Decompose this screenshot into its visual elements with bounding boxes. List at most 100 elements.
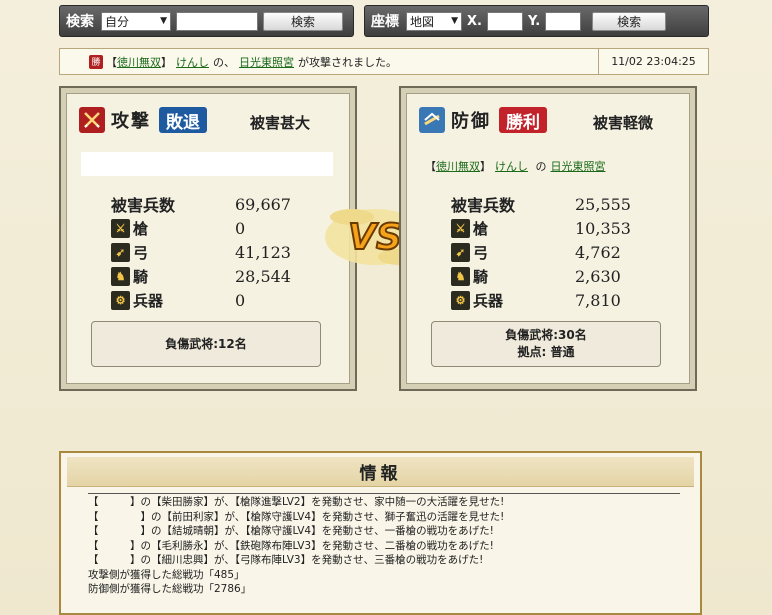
defense-title: 防御 (451, 111, 491, 132)
attack-title: 攻撃 (111, 111, 151, 132)
defense-siege-label-wrap: ⚙ 兵器 (451, 290, 575, 311)
attack-spear-label-wrap: ⚔ 槍 (111, 218, 235, 239)
defense-result-badge: 勝利 (499, 107, 547, 133)
info-title: 情報 (67, 457, 694, 487)
defense-damage-level: 被害軽微 (593, 114, 654, 132)
attack-siege-label-wrap: ⚙ 兵器 (111, 290, 235, 311)
attack-total-value: 69,667 (235, 194, 291, 214)
defense-cavalry-label-wrap: ♞ 騎 (451, 266, 575, 287)
defense-bow-label-wrap: ➹ 弓 (451, 242, 575, 263)
defense-cavalry-value: 2,630 (575, 266, 621, 286)
defense-siege-label: 兵器 (473, 291, 504, 310)
attack-bow-label-wrap: ➹ 弓 (111, 242, 235, 263)
attack-bow-label: 弓 (133, 243, 149, 262)
defender-name-line: 【徳川無双】 けんし の日光東照宮 (425, 158, 606, 174)
defense-summary-box: 負傷武将:30名 拠点: 普通 (431, 321, 661, 367)
bow-icon: ➹ (111, 242, 130, 262)
attack-panel: 攻撃 敗退 被害甚大 被害兵数 69,667 ⚔ 槍 0 ➹ 弓 41,123 ♞ 騎… (59, 86, 357, 391)
bracket-close: 】 (161, 55, 172, 69)
defender-player-link[interactable]: けんし (495, 160, 528, 173)
defense-spear-label-wrap: ⚔ 槍 (451, 218, 575, 239)
attack-cavalry-label: 騎 (133, 267, 149, 286)
map-select-value: 地図 (410, 14, 435, 29)
defense-total-row: 被害兵数 25,555 (451, 192, 631, 216)
defense-panel: 防御 勝利 被害軽微 【徳川無双】 けんし の日光東照宮 被害兵数 25,555 … (399, 86, 697, 391)
def-bracket-close: 】 (480, 160, 491, 173)
info-line: 【 】の【前田利家】が、【槍隊守護LV4】を発動させ、獅子奮迅の活躍を見せた! (88, 510, 505, 523)
defense-cavalry-label: 騎 (473, 267, 489, 286)
chevron-down-icon: ▼ (160, 16, 167, 26)
coords-label: 座標 (371, 14, 399, 30)
siege-weapon-icon: ⚙ (451, 290, 470, 310)
defense-base-type: 拠点: 普通 (517, 345, 575, 359)
attack-total-row: 被害兵数 69,667 (111, 192, 291, 216)
search-scope-value: 自分 (105, 14, 130, 29)
defense-siege-value: 7,810 (575, 290, 621, 310)
coordinate-search-bar: 座標 地図 ▼ X. Y. 検索 (364, 5, 709, 37)
attack-summary-box: 負傷武将:12名 (91, 321, 321, 367)
search-button[interactable]: 検索 (263, 11, 343, 31)
defense-cavalry-row: ♞ 騎 2,630 (451, 264, 631, 288)
y-coordinate-input[interactable] (545, 11, 582, 31)
search-input[interactable] (176, 11, 258, 31)
bracket-open: 【 (106, 55, 117, 69)
defense-stats: 被害兵数 25,555 ⚔ 槍 10,353 ➹ 弓 4,762 ♞ 騎 2,630 … (451, 192, 631, 312)
bow-icon: ➹ (451, 242, 470, 262)
attack-header: 攻撃 敗退 (79, 106, 207, 134)
shield-castle-icon (419, 107, 445, 133)
attack-siege-label: 兵器 (133, 291, 164, 310)
info-line: 【 】の【柴田勝家】が、【槍隊進撃LV2】を発動させ、家中随一の大活躍を見せた! (88, 496, 505, 508)
attack-spear-value: 0 (235, 218, 246, 238)
message-of: の、 (213, 55, 235, 69)
search-scope-select[interactable]: 自分 ▼ (101, 11, 171, 31)
search-label: 検索 (66, 14, 94, 30)
info-line: 【 】の【毛利勝永】が、【鉄砲隊布陣LV3】を発動させ、二番槍の戦功をあげた! (88, 539, 494, 552)
defense-bow-row: ➹ 弓 4,762 (451, 240, 631, 264)
defender-base-link[interactable]: 日光東照宮 (551, 160, 606, 173)
defense-spear-value: 10,353 (575, 218, 631, 238)
defense-spear-label: 槍 (473, 219, 489, 238)
chevron-down-icon: ▼ (451, 16, 458, 26)
map-select[interactable]: 地図 ▼ (406, 11, 462, 31)
defense-total-value: 25,555 (575, 194, 631, 214)
defense-header: 防御 勝利 (419, 106, 547, 134)
info-line: 防御側が獲得した総戦功「2786」 (88, 583, 252, 595)
win-badge: 勝 (89, 54, 103, 69)
player-link[interactable]: けんし (176, 54, 209, 70)
coordinate-search-button[interactable]: 検索 (592, 11, 667, 31)
spear-icon: ⚔ (451, 218, 470, 238)
x-label: X. (467, 13, 482, 29)
info-line: 【 】の【細川忠興】が、【弓隊布陣LV3】を発動させ、三番槍の戦功をあげた! (88, 554, 484, 566)
y-label: Y. (527, 13, 541, 29)
def-bracket-open: 【 (425, 160, 436, 173)
defense-bow-label: 弓 (473, 243, 489, 262)
attack-cavalry-value: 28,544 (235, 266, 291, 286)
siege-weapon-icon: ⚙ (111, 290, 130, 310)
defense-bow-value: 4,762 (575, 242, 621, 262)
attack-stats: 被害兵数 69,667 ⚔ 槍 0 ➹ 弓 41,123 ♞ 騎 28,544 ⚙ 兵器… (111, 192, 291, 312)
info-log: 【 】の【柴田勝家】が、【槍隊進撃LV2】を発動させ、家中随一の大活躍を見せた!… (88, 493, 680, 597)
attack-total-label: 被害兵数 (111, 196, 176, 215)
defender-alliance-link[interactable]: 徳川無双 (436, 160, 480, 173)
defense-siege-row: ⚙ 兵器 7,810 (451, 288, 631, 312)
crossed-swords-icon (79, 107, 105, 133)
alliance-link[interactable]: 徳川無双 (117, 54, 161, 70)
info-line: 攻撃側が獲得した総戦功「485」 (88, 568, 245, 581)
attack-bow-row: ➹ 弓 41,123 (111, 240, 291, 264)
attack-siege-row: ⚙ 兵器 0 (111, 288, 291, 312)
attack-injured-generals: 負傷武将:12名 (165, 336, 247, 351)
defender-of: の (535, 160, 547, 173)
spear-icon: ⚔ (111, 218, 130, 238)
defense-injured-generals: 負傷武将:30名 (505, 328, 587, 342)
info-line: 【 】の【結城晴朝】が、【槍隊守護LV4】を発動させ、一番槍の戦功をあげた! (88, 525, 494, 537)
attacker-name-box (81, 152, 333, 176)
attack-spear-label: 槍 (133, 219, 149, 238)
message-timestamp: 11/02 23:04:25 (598, 49, 708, 74)
attack-bow-value: 41,123 (235, 242, 291, 262)
base-link[interactable]: 日光東照宮 (239, 54, 294, 70)
horse-icon: ♞ (111, 266, 130, 286)
battle-report-message: 勝 【 徳川無双 】 けんし の、 日光東照宮 が攻撃されました。 11/02 … (59, 48, 709, 75)
x-coordinate-input[interactable] (486, 11, 523, 31)
attack-panel-inner: 攻撃 敗退 被害甚大 被害兵数 69,667 ⚔ 槍 0 ➹ 弓 41,123 ♞ 騎… (66, 93, 350, 384)
defense-total-label: 被害兵数 (451, 196, 516, 215)
